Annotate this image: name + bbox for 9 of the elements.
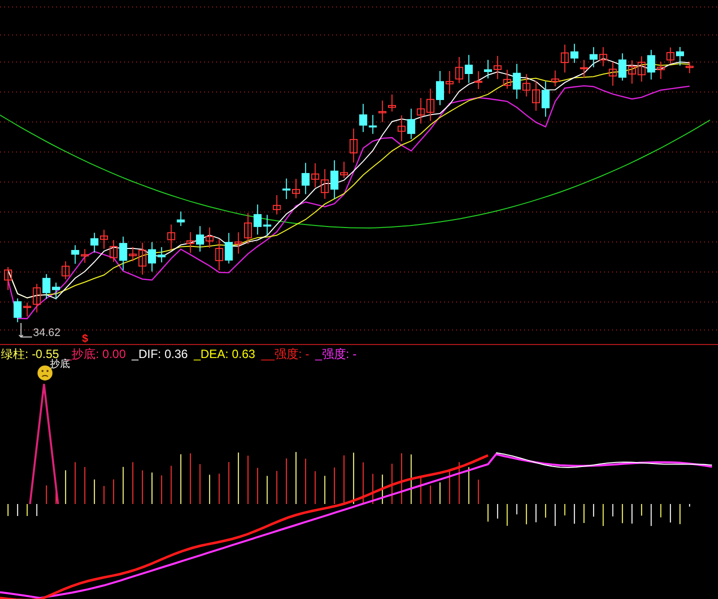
legend-item: _DIF: 0.36 bbox=[132, 346, 188, 362]
legend-item: __强度: - bbox=[261, 346, 310, 362]
low-price-arrow-icon bbox=[18, 322, 32, 338]
legend-item: _强度: - bbox=[315, 346, 357, 362]
signal-mark: $ bbox=[82, 334, 88, 345]
low-price-label: 34.62 bbox=[33, 328, 61, 339]
signal-label: 抄底 bbox=[50, 360, 70, 370]
legend-item: _抄底: 0.00 bbox=[65, 346, 126, 360]
legend-item: _DEA: 0.63 bbox=[194, 346, 256, 362]
